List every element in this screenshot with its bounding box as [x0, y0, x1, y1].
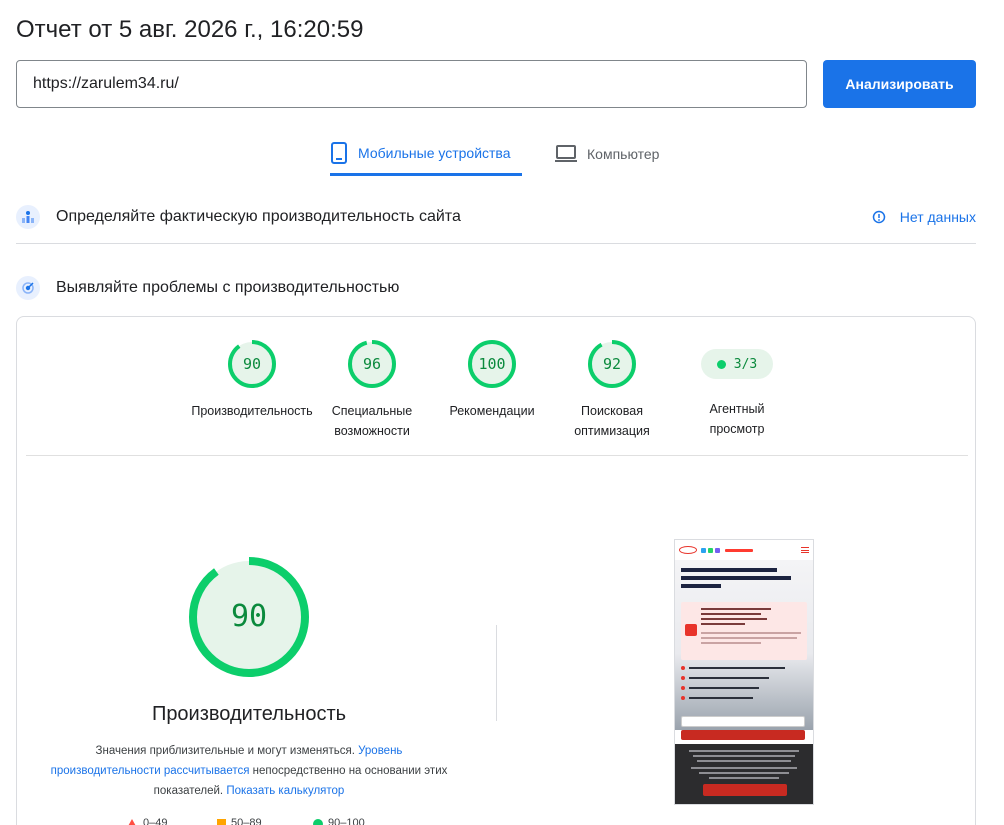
lab-data-title: Выявляйте проблемы с производительностью — [56, 279, 400, 296]
gauge-seo-label-1: Поисковая — [581, 404, 643, 418]
field-data-icon — [16, 205, 40, 229]
square-orange-icon — [217, 819, 226, 825]
thumb-accept-button — [703, 784, 787, 796]
note-text-1: Значения приблизительные и могут изменят… — [95, 745, 359, 757]
circle-green-icon — [313, 819, 323, 825]
document-icon — [685, 624, 697, 636]
lab-data-icon — [16, 276, 40, 300]
lab-data-section: Выявляйте проблемы с производительностью — [16, 266, 976, 310]
gauge-seo[interactable]: 92 Поисковая оптимизация — [547, 339, 677, 441]
social-icon — [715, 547, 720, 553]
info-icon — [872, 210, 886, 224]
lab-results-card: 90 Производительность 96 Специальные возм… — [16, 316, 976, 825]
performance-big-value: 90 — [230, 599, 268, 634]
vertical-divider — [496, 625, 497, 721]
performance-big-gauge: 90 — [187, 555, 311, 679]
legend-poor: 0–49 — [143, 817, 168, 825]
calculator-link[interactable]: Показать калькулятор — [226, 785, 344, 797]
bullet-icon — [681, 676, 685, 680]
pass-dot-icon — [716, 359, 726, 369]
tab-mobile-label: Мобильные устройства — [358, 144, 511, 161]
report-title: Отчет от 5 авг. 2026 г., 16:20:59 — [16, 16, 364, 43]
gauge-best-practices[interactable]: 100 Рекомендации — [427, 339, 557, 421]
gauge-best-practices-value: 100 — [478, 355, 506, 373]
field-data-title: Определяйте фактическую производительнос… — [56, 208, 461, 225]
menu-icon — [801, 547, 809, 553]
agent-value: 3/3 — [733, 356, 758, 372]
page-screenshot-thumbnail[interactable] — [674, 539, 814, 805]
thumb-submit-button — [681, 730, 805, 740]
laptop-icon — [555, 145, 577, 162]
triangle-red-icon — [128, 819, 136, 825]
gauge-accessibility-value: 96 — [362, 355, 382, 373]
no-data-link[interactable]: Нет данных — [872, 209, 976, 225]
device-tabs: Мобильные устройства Компьютер — [0, 132, 1004, 176]
thumb-header — [675, 540, 813, 560]
thumb-cookie-banner — [675, 744, 813, 804]
gauge-performance[interactable]: 90 Производительность — [187, 339, 317, 421]
thumb-hero — [675, 560, 813, 730]
gauge-performance-label: Производительность — [191, 404, 313, 418]
gauge-performance-value: 90 — [242, 355, 262, 373]
bullet-icon — [681, 696, 685, 700]
thumb-phone-input — [681, 716, 805, 727]
agent-pill: 3/3 — [701, 349, 773, 379]
thumb-info-box — [681, 602, 807, 660]
agent-label-2: просмотр — [709, 422, 765, 436]
social-icon — [701, 547, 706, 553]
gauge-seo-value: 92 — [602, 355, 622, 373]
bullet-icon — [681, 686, 685, 690]
agent-label-1: Агентный — [709, 402, 765, 416]
tab-mobile[interactable]: Мобильные устройства — [330, 132, 522, 176]
gauge-accessibility-label-2: возможности — [334, 424, 410, 438]
url-input[interactable] — [16, 60, 807, 108]
smartphone-icon — [331, 141, 347, 164]
no-data-label: Нет данных — [899, 209, 976, 225]
performance-note: Значения приблизительные и могут изменят… — [49, 741, 449, 801]
social-icon — [708, 547, 713, 553]
gauge-best-practices-label: Рекомендации — [449, 404, 535, 418]
thumb-heading-placeholder — [681, 566, 809, 588]
bullet-icon — [681, 666, 685, 670]
tab-desktop[interactable]: Компьютер — [555, 132, 675, 176]
card-divider — [26, 455, 968, 456]
gauge-accessibility[interactable]: 96 Специальные возможности — [307, 339, 437, 441]
thumb-phone-placeholder — [725, 548, 753, 552]
analyze-button[interactable]: Анализировать — [823, 60, 976, 108]
logo-icon — [679, 546, 697, 554]
score-gauges: 90 Производительность 96 Специальные возм… — [187, 339, 807, 439]
score-legend: 0–49 50–89 90–100 — [123, 817, 423, 825]
tab-desktop-label: Компьютер — [587, 146, 660, 162]
legend-average: 50–89 — [231, 817, 262, 825]
legend-good: 90–100 — [328, 817, 365, 825]
gauge-accessibility-label-1: Специальные — [331, 404, 413, 418]
performance-title: Производительность — [151, 703, 347, 725]
gauge-seo-label-2: оптимизация — [574, 424, 650, 438]
gauge-agent[interactable]: 3/3 Агентный просмотр — [672, 339, 802, 439]
field-data-section: Определяйте фактическую производительнос… — [16, 191, 976, 244]
